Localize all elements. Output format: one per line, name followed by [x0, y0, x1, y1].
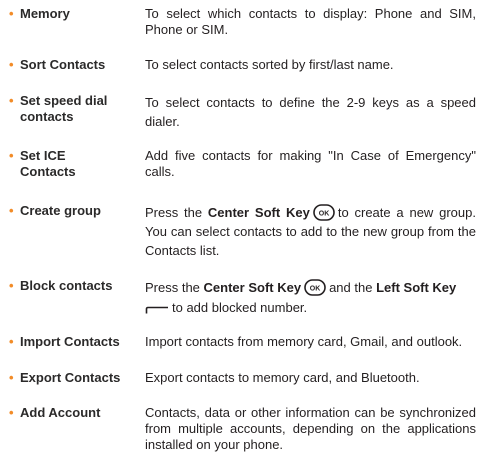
bullet: •: [9, 148, 14, 163]
option-description: Import contacts from memory card, Gmail,…: [145, 334, 463, 349]
option-term: Set speed dial contacts: [20, 93, 144, 125]
option-description: Export contacts to memory card, and Blue…: [145, 370, 420, 385]
bullet: •: [9, 93, 14, 108]
option-term: Set ICE Contacts: [20, 148, 144, 180]
option-description: To select contacts to define the 2-9 key…: [145, 95, 476, 129]
option-term-line: Set speed dial: [20, 93, 108, 108]
left-soft-key-icon: [145, 306, 168, 314]
center-soft-key-label: Center Soft Key: [203, 280, 302, 295]
option-term-line: contacts: [20, 109, 74, 124]
option-term-line: Set ICE: [20, 148, 66, 163]
description-text: to add blocked number.: [172, 300, 308, 315]
option-term: Import Contacts: [20, 334, 120, 349]
option-term: Sort Contacts: [20, 57, 106, 72]
option-term-line: Contacts: [20, 164, 76, 179]
center-soft-key-label: Center Soft Key: [207, 205, 310, 220]
bullet: •: [9, 203, 14, 218]
option-description: Press the Center Soft Key OK and the Left …: [145, 278, 476, 318]
option-description: To select which contacts to display: Pho…: [145, 6, 476, 37]
ok-key-label: OK: [310, 286, 321, 293]
left-soft-key-label: Left Soft Key: [376, 280, 457, 295]
bullet: •: [9, 405, 14, 420]
ok-key-label: OK: [319, 211, 330, 218]
description-text: Press the: [145, 205, 203, 220]
bullet: •: [9, 278, 14, 293]
bullet: •: [9, 334, 14, 349]
option-description: To select contacts sorted by first/last …: [145, 57, 394, 72]
option-description: Press the Center Soft Key OK to create a n…: [145, 203, 476, 260]
option-term: Create group: [20, 203, 101, 218]
description-text: Press the: [145, 280, 200, 295]
bullet: •: [9, 370, 14, 385]
option-description: Add five contacts for making "In Case of…: [145, 148, 476, 179]
center-soft-key-icon: OK: [304, 279, 326, 296]
contacts-options-document: • Memory To select which contacts to dis…: [0, 0, 480, 454]
option-term: Add Account: [20, 405, 101, 420]
bullet: •: [9, 57, 14, 72]
option-term: Block contacts: [20, 278, 113, 293]
bullet: •: [9, 6, 14, 21]
option-term: Memory: [20, 6, 70, 21]
center-soft-key-icon: OK: [313, 204, 335, 221]
option-term: Export Contacts: [20, 370, 121, 385]
option-description: Contacts, data or other information can …: [145, 405, 476, 452]
description-text: and the: [329, 280, 373, 295]
